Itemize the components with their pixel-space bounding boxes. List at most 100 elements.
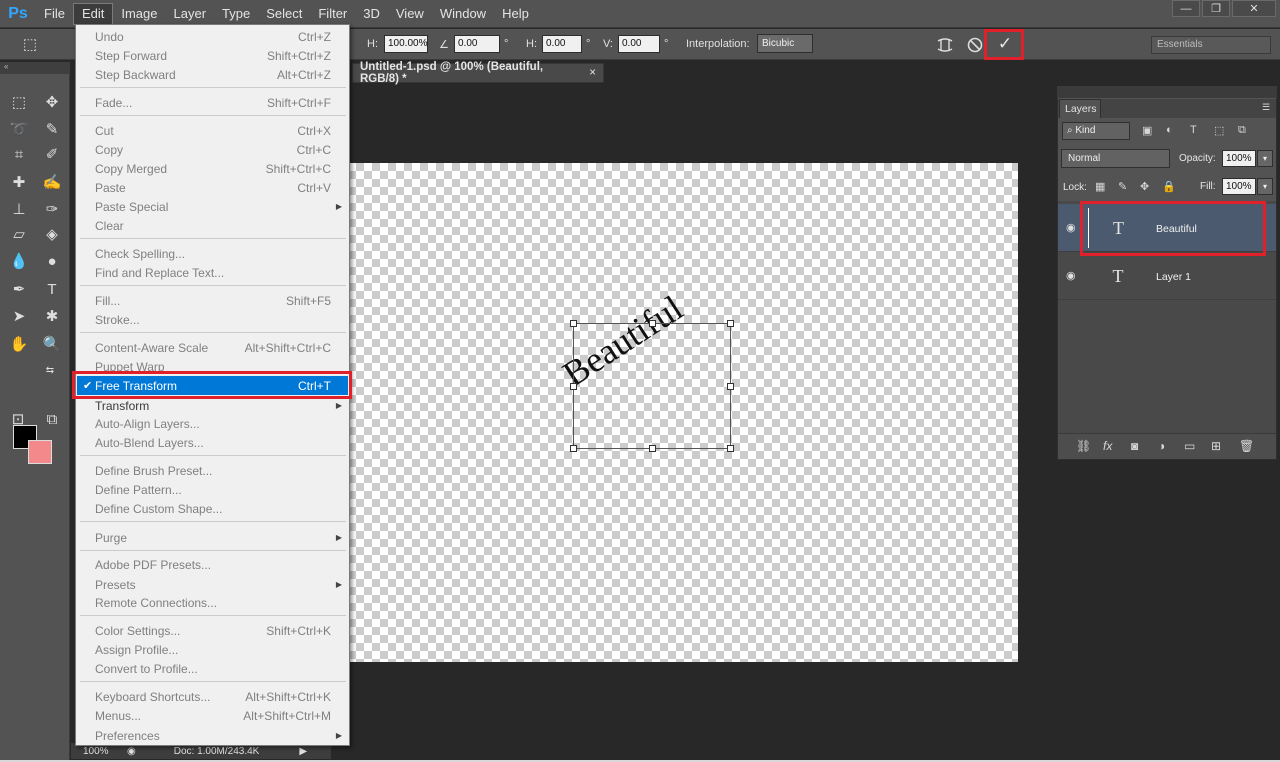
hskew-input[interactable]: 0.00: [542, 35, 582, 53]
menu-menus[interactable]: Menus... Alt+Shift+Ctrl+M: [77, 706, 348, 725]
dodge-tool-icon[interactable]: ●: [40, 249, 64, 273]
menu-view[interactable]: View: [388, 3, 432, 25]
menu-file[interactable]: File: [36, 3, 73, 25]
path-select-icon[interactable]: ➤: [7, 304, 31, 328]
menu-assign-profile[interactable]: Assign Profile...: [77, 640, 348, 659]
move-tool-icon[interactable]: ✥: [40, 90, 64, 114]
layer-filter-select[interactable]: ⌕ Kind: [1062, 122, 1130, 140]
menu-edit[interactable]: Edit: [72, 2, 114, 25]
workspace-select[interactable]: Essentials: [1151, 36, 1271, 54]
fill-input[interactable]: 100%: [1222, 178, 1256, 195]
marquee-tool-icon[interactable]: ⬚: [7, 90, 31, 114]
new-group-icon[interactable]: ▭: [1184, 439, 1195, 453]
healing-brush-icon[interactable]: ✚: [7, 170, 31, 194]
bucket-tool-icon[interactable]: ◈: [40, 222, 64, 246]
tools-collapse-icon[interactable]: «: [0, 62, 70, 74]
menu-fade[interactable]: Fade... Shift+Ctrl+F: [77, 93, 348, 112]
menu-convert-profile[interactable]: Convert to Profile...: [77, 659, 348, 678]
menu-auto-blend[interactable]: Auto-Blend Layers...: [77, 433, 348, 452]
menu-3d[interactable]: 3D: [355, 3, 388, 25]
link-layers-icon[interactable]: ⛓: [1076, 439, 1091, 453]
hand-tool-icon[interactable]: ✋: [7, 332, 31, 356]
menu-paste[interactable]: Paste Ctrl+V: [77, 178, 348, 197]
interpolation-select[interactable]: Bicubic: [757, 34, 813, 53]
menu-step-forward[interactable]: Step Forward Shift+Ctrl+Z: [77, 46, 348, 65]
menu-filter[interactable]: Filter: [310, 3, 355, 25]
lock-position-icon[interactable]: ✥: [1140, 180, 1149, 193]
transform-handle-br[interactable]: [727, 445, 734, 452]
menu-copy-merged[interactable]: Copy Merged Shift+Ctrl+C: [77, 159, 348, 178]
vskew-input[interactable]: 0.00: [618, 35, 660, 53]
swap-colors-icon[interactable]: ⇆: [38, 358, 62, 382]
filter-shape-icon[interactable]: ⬚: [1214, 124, 1224, 137]
adjustment-layer-icon[interactable]: ◑: [1158, 439, 1165, 453]
transform-handle-tl[interactable]: [570, 320, 577, 327]
menu-type[interactable]: Type: [214, 3, 258, 25]
opacity-dropdown-icon[interactable]: ▾: [1257, 150, 1273, 167]
menu-color-settings[interactable]: Color Settings... Shift+Ctrl+K: [77, 621, 348, 640]
transform-handle-bl[interactable]: [570, 445, 577, 452]
eraser-tool-icon[interactable]: ▱: [7, 222, 31, 246]
lock-all-icon[interactable]: 🔒: [1162, 180, 1176, 193]
zoom-level[interactable]: 100%: [71, 746, 127, 757]
menu-define-shape[interactable]: Define Custom Shape...: [77, 499, 348, 518]
pen-tool-icon[interactable]: ✒: [7, 277, 31, 301]
menu-undo[interactable]: Undo Ctrl+Z: [77, 27, 348, 46]
lock-transparent-icon[interactable]: ▦: [1095, 180, 1105, 193]
quick-mask-icon[interactable]: ⊡: [6, 407, 30, 431]
history-brush-icon[interactable]: ✑: [40, 197, 64, 221]
angle-input[interactable]: 0.00: [454, 35, 500, 53]
menu-paste-special[interactable]: Paste Special ▶: [77, 197, 348, 216]
filter-adjustment-icon[interactable]: ◐: [1166, 124, 1173, 136]
transform-handle-t[interactable]: [649, 320, 656, 327]
menu-layer[interactable]: Layer: [166, 3, 215, 25]
lasso-tool-icon[interactable]: ➰: [7, 117, 31, 141]
status-menu-icon[interactable]: ◉: [127, 746, 136, 757]
menu-clear[interactable]: Clear: [77, 216, 348, 235]
menu-step-backward[interactable]: Step Backward Alt+Ctrl+Z: [77, 65, 348, 84]
cancel-transform-icon[interactable]: [966, 36, 984, 54]
background-color-swatch[interactable]: [28, 440, 52, 464]
layer-row[interactable]: ◉ T Layer 1: [1058, 252, 1276, 300]
delete-layer-icon[interactable]: 🗑: [1239, 439, 1254, 453]
menu-image[interactable]: Image: [113, 3, 165, 25]
transform-bounding-box[interactable]: [570, 320, 734, 452]
menu-cut[interactable]: Cut Ctrl+X: [77, 121, 348, 140]
menu-keyboard-shortcuts[interactable]: Keyboard Shortcuts... Alt+Shift+Ctrl+K: [77, 687, 348, 706]
crop-tool-icon[interactable]: ⌗: [7, 142, 31, 166]
move-selection-icon[interactable]: ⬚: [18, 32, 42, 56]
stamp-tool-icon[interactable]: ⊥: [7, 197, 31, 221]
transform-handle-l[interactable]: [570, 383, 577, 390]
panel-menu-icon[interactable]: ☰: [1262, 102, 1270, 113]
restore-button[interactable]: ❐: [1202, 0, 1230, 17]
close-button[interactable]: ✕: [1232, 0, 1276, 17]
menu-window[interactable]: Window: [432, 3, 494, 25]
shape-tool-icon[interactable]: ✱: [40, 304, 64, 328]
visibility-eye-icon[interactable]: ◉: [1066, 269, 1076, 282]
transform-handle-r[interactable]: [727, 383, 734, 390]
filter-pixel-icon[interactable]: ▣: [1142, 124, 1152, 137]
layer-name[interactable]: Layer 1: [1156, 271, 1191, 283]
menu-stroke[interactable]: Stroke...: [77, 310, 348, 329]
menu-presets[interactable]: Presets ▶: [77, 575, 348, 594]
menu-select[interactable]: Select: [258, 3, 310, 25]
menu-content-aware-scale[interactable]: Content-Aware Scale Alt+Shift+Ctrl+C: [77, 338, 348, 357]
menu-pdf-presets[interactable]: Adobe PDF Presets...: [77, 555, 348, 574]
add-mask-icon[interactable]: ◙: [1131, 439, 1138, 453]
new-layer-icon[interactable]: ⊞: [1211, 439, 1221, 453]
menu-find-replace[interactable]: Find and Replace Text...: [77, 263, 348, 282]
commit-transform-icon[interactable]: ✓: [995, 34, 1015, 54]
fill-dropdown-icon[interactable]: ▾: [1257, 178, 1273, 195]
lock-pixels-icon[interactable]: ✎: [1118, 180, 1127, 193]
canvas[interactable]: Beautiful: [348, 163, 1018, 662]
warp-mode-icon[interactable]: [935, 35, 955, 55]
menu-auto-align[interactable]: Auto-Align Layers...: [77, 414, 348, 433]
transform-handle-tr[interactable]: [727, 320, 734, 327]
status-arrow-icon[interactable]: ▶: [299, 746, 307, 757]
close-tab-icon[interactable]: ×: [589, 67, 596, 79]
menu-purge[interactable]: Purge ▶: [77, 528, 348, 547]
menu-remote-connections[interactable]: Remote Connections...: [77, 593, 348, 612]
menu-copy[interactable]: Copy Ctrl+C: [77, 140, 348, 159]
quick-select-icon[interactable]: ✎: [40, 117, 64, 141]
zoom-tool-icon[interactable]: 🔍: [40, 332, 64, 356]
